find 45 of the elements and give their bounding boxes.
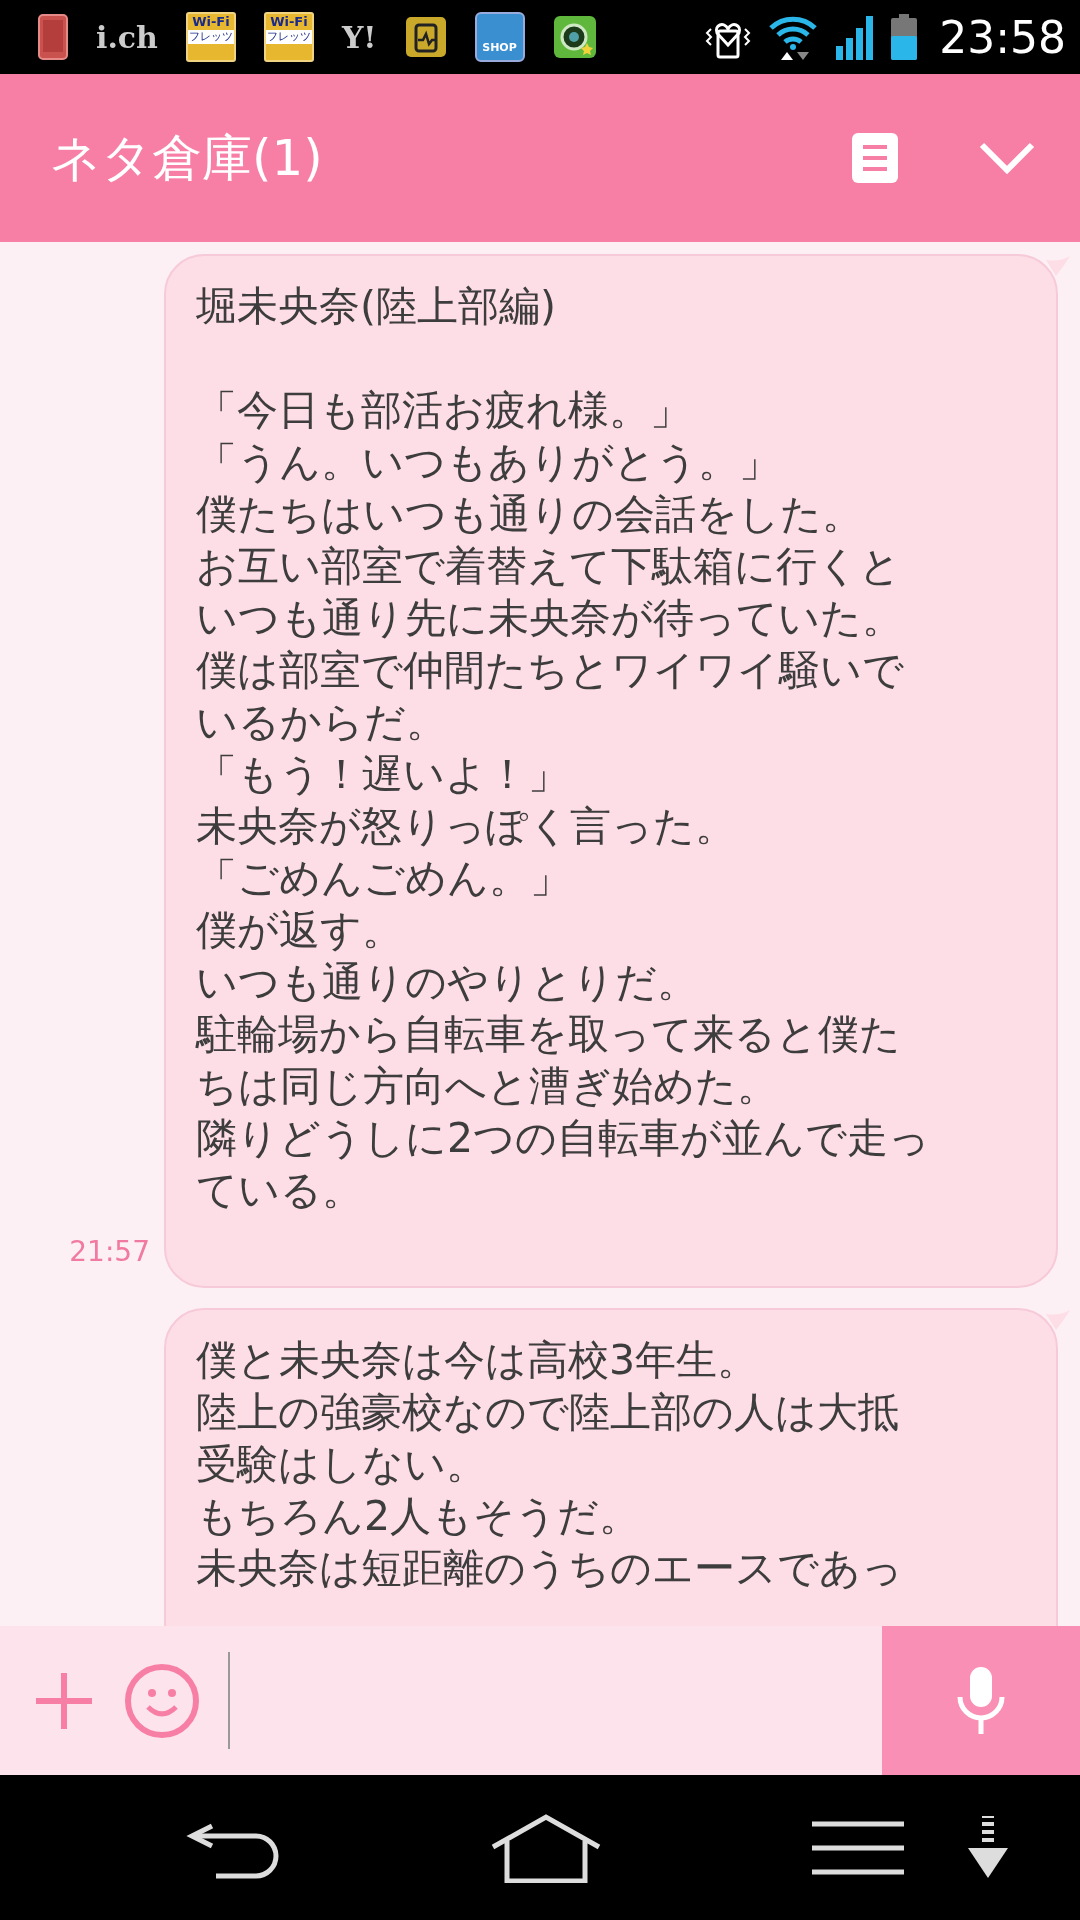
chat-title: ネタ倉庫(1) (50, 127, 323, 189)
message-line: 僕が返す。 (196, 905, 403, 956)
message-line: ている。 (196, 1165, 363, 1216)
signal-icon (835, 14, 876, 60)
message-line: 「うん。いつもありがとう。」 (196, 437, 780, 488)
wifi-spot-icon: Wi-Fi フレッツ (263, 12, 314, 62)
message-time: 21:57 (68, 1235, 150, 1268)
home-icon[interactable] (489, 1812, 603, 1883)
mic-icon (955, 1664, 1007, 1737)
message-line: 隣りどうしに2つの自転車が並んで走っ (196, 1113, 931, 1164)
message-line: 僕と未央奈は今は高校3年生。 (196, 1335, 759, 1386)
note-icon[interactable] (852, 133, 898, 183)
message-heading: 堀未央奈(陸上部編) (196, 281, 556, 332)
menu-icon[interactable] (810, 1819, 906, 1876)
app-icon: i.ch (96, 19, 158, 55)
clipboard-icon (404, 16, 447, 58)
message-line: 「もう！遅いよ！」 (196, 749, 569, 800)
message-line: 未央奈が怒りっぽく言った。 (196, 801, 736, 852)
message-line: 受験はしない。 (196, 1439, 487, 1490)
bubble-tail (1046, 256, 1072, 276)
download-icon[interactable] (966, 1815, 1010, 1880)
mic-button[interactable] (882, 1626, 1080, 1775)
message-line: 陸上の強豪校なので陸上部の人は大抵 (196, 1387, 899, 1438)
message-line: 僕たちはいつも通りの会話をした。 (196, 489, 863, 540)
message-line: 「ごめんごめん。」 (196, 853, 571, 904)
message-line: もちろん2人もそうだ。 (196, 1491, 641, 1542)
message-line: いるからだ。 (196, 697, 447, 748)
phone-icon (38, 14, 68, 60)
message-line: 「今日も部活お疲れ様。」 (196, 385, 691, 436)
message-line: いつも通り先に未央奈が待っていた。 (196, 593, 903, 644)
message-line: お互い部室で着替えて下駄箱に行くと (196, 541, 901, 592)
message-line: 未央奈は短距離のうちのエースであっ (196, 1543, 903, 1594)
bubble-tail (1046, 1310, 1072, 1330)
message-line: ちは同じ方向へと漕ぎ始めた。 (196, 1061, 778, 1112)
camera-icon (552, 15, 597, 59)
app-icon: Y! (341, 19, 377, 55)
shop-icon: SHOP (474, 12, 525, 62)
clock: 23:58 (939, 11, 1066, 63)
message-line: 駐輪場から自転車を取って来ると僕た (196, 1009, 901, 1060)
message-line: 僕は部室で仲間たちとワイワイ騒いで (196, 645, 904, 696)
message-line: いつも通りのやりとりだ。 (196, 957, 698, 1008)
wifi-spot-icon: Wi-Fi フレッツ (185, 12, 236, 62)
chevron-down-icon[interactable] (978, 141, 1036, 175)
smiley-icon[interactable] (124, 1662, 200, 1739)
battery-icon (891, 14, 918, 60)
